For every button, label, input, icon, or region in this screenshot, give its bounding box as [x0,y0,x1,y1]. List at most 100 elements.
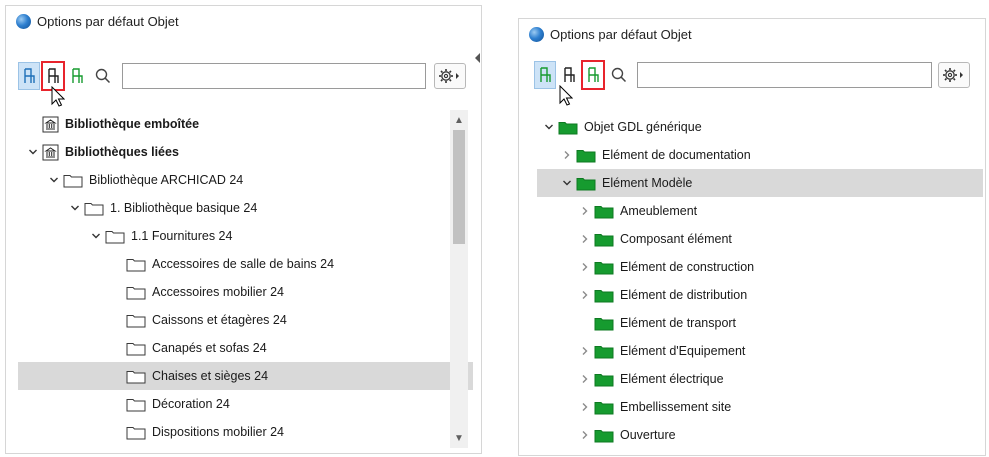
tree-row[interactable]: Ouverture [537,421,983,449]
green-folder-icon [558,121,578,134]
tree-row-label: Elément d'Equipement [620,344,746,358]
folder-view-button[interactable] [558,61,580,89]
chevron-right-icon[interactable] [579,373,591,385]
folder-icon [126,258,146,271]
tree-row[interactable]: Objet GDL générique [537,113,983,141]
chevron-right-icon[interactable] [579,289,591,301]
search-icon[interactable] [94,67,112,85]
subtype-view-icon [72,68,83,83]
tree-row-label: Décoration 24 [152,397,230,411]
chevron-down-icon[interactable] [543,121,555,133]
subtype-view-button[interactable] [581,60,605,90]
library-view-icon [540,67,551,82]
search-input[interactable] [122,63,426,89]
green-folder-icon [594,205,614,218]
folder-icon [84,202,104,215]
chevron-right-icon[interactable] [579,233,591,245]
right-panel: Options par défaut Objet Objet GDL génér… [518,18,986,456]
tree-row-label: Elément de transport [620,316,737,330]
window-title: Options par défaut Objet [37,13,179,29]
tree-row[interactable]: Elément électrique [537,365,983,393]
tree-row[interactable]: Elément Modèle [537,169,983,197]
tree-row-label: Elément de distribution [620,288,748,302]
green-folder-icon [594,429,614,442]
tree-row[interactable]: Canapés et sofas 24 [18,334,473,362]
folder-icon [126,314,146,327]
tree-row[interactable]: Elément d'Equipement [537,337,983,365]
library-tree[interactable]: Bibliothèque emboîtée Bibliothèques liées… [18,110,473,448]
library-view-icon [24,68,35,83]
chevron-right-icon[interactable] [579,345,591,357]
chevron-right-icon[interactable] [561,149,573,161]
chevron-down-icon[interactable] [48,174,60,186]
tree-row-label: 1. Bibliothèque basique 24 [110,201,258,215]
scroll-up-icon[interactable]: ▲ [450,112,468,128]
tree-row[interactable]: Elément de transport [537,309,983,337]
green-folder-icon [594,401,614,414]
tree-row[interactable]: Bibliothèque emboîtée [18,110,473,138]
tree-row[interactable]: Bibliothèque ARCHICAD 24 [18,166,473,194]
tree-row[interactable]: Accessoires mobilier 24 [18,278,473,306]
folder-icon [126,342,146,355]
chevron-right-icon[interactable] [579,205,591,217]
scroll-down-icon[interactable]: ▼ [450,430,468,446]
folder-view-button[interactable] [41,61,65,91]
settings-gear-icon [943,68,963,82]
tree-row-label: Ouverture [620,428,676,442]
tree-row[interactable]: Caissons et étagères 24 [18,306,473,334]
vertical-scrollbar[interactable]: ▲ ▼ [450,110,468,448]
tree-row[interactable]: Elément de construction [537,253,983,281]
chevron-right-icon[interactable] [579,401,591,413]
green-folder-icon [594,345,614,358]
title-bar: Options par défaut Objet [6,6,481,36]
search-icon[interactable] [610,66,628,84]
tree-row[interactable]: Elément de distribution [537,281,983,309]
tree-row[interactable]: Chaises et sièges 24 [18,362,473,390]
tree-row[interactable]: Dispositions mobilier 24 [18,418,473,446]
chevron-right-icon[interactable] [579,261,591,273]
tree-row-label: Canapés et sofas 24 [152,341,267,355]
search-input[interactable] [637,62,932,88]
library-view-button[interactable] [534,61,556,89]
tree-row[interactable]: Composant élément [537,225,983,253]
green-folder-icon [576,149,596,162]
panel-collapse-handle-icon[interactable] [475,53,480,63]
tree-row[interactable]: Embellissement site [537,393,983,421]
tree-row-label: Elément de documentation [602,148,751,162]
tree-row-label: Bibliothèque emboîtée [65,117,200,131]
green-folder-icon [594,373,614,386]
chevron-down-icon[interactable] [27,146,39,158]
window-title: Options par défaut Objet [550,26,692,42]
tree-row-label: Elément Modèle [602,176,693,190]
scroll-thumb[interactable] [453,130,465,244]
settings-menu-button[interactable] [434,63,466,89]
tree-row[interactable]: Elément de documentation [537,141,983,169]
tree-row-label: Objet GDL générique [584,120,702,134]
folder-icon [63,174,83,187]
tree-row-label: Accessoires de salle de bains 24 [152,257,335,271]
subtype-tree[interactable]: Objet GDL générique Elément de documentat… [537,113,983,453]
archicad-logo-icon [16,13,31,29]
tree-row-label: Embellissement site [620,400,732,414]
tree-row-label: Bibliothèques liées [65,145,179,159]
tree-row-label: Bibliothèque ARCHICAD 24 [89,173,244,187]
tree-row[interactable]: Accessoires de salle de bains 24 [18,250,473,278]
tree-row[interactable]: 1.1 Fournitures 24 [18,222,473,250]
chevron-right-icon[interactable] [579,429,591,441]
chevron-down-icon[interactable] [69,202,81,214]
tree-row[interactable]: Bibliothèques liées [18,138,473,166]
green-folder-icon [594,261,614,274]
green-folder-icon [576,177,596,190]
library-view-button[interactable] [18,62,40,90]
library-icon [42,116,59,132]
tree-row[interactable]: 1. Bibliothèque basique 24 [18,194,473,222]
settings-menu-button[interactable] [938,62,970,88]
tree-row[interactable]: Décoration 24 [18,390,473,418]
folder-icon [105,230,125,243]
subtype-view-button[interactable] [66,62,88,90]
green-folder-icon [594,233,614,246]
tree-row[interactable]: Ameublement [537,197,983,225]
tree-row-label: Accessoires mobilier 24 [152,285,284,299]
chevron-down-icon[interactable] [561,177,573,189]
chevron-down-icon[interactable] [90,230,102,242]
